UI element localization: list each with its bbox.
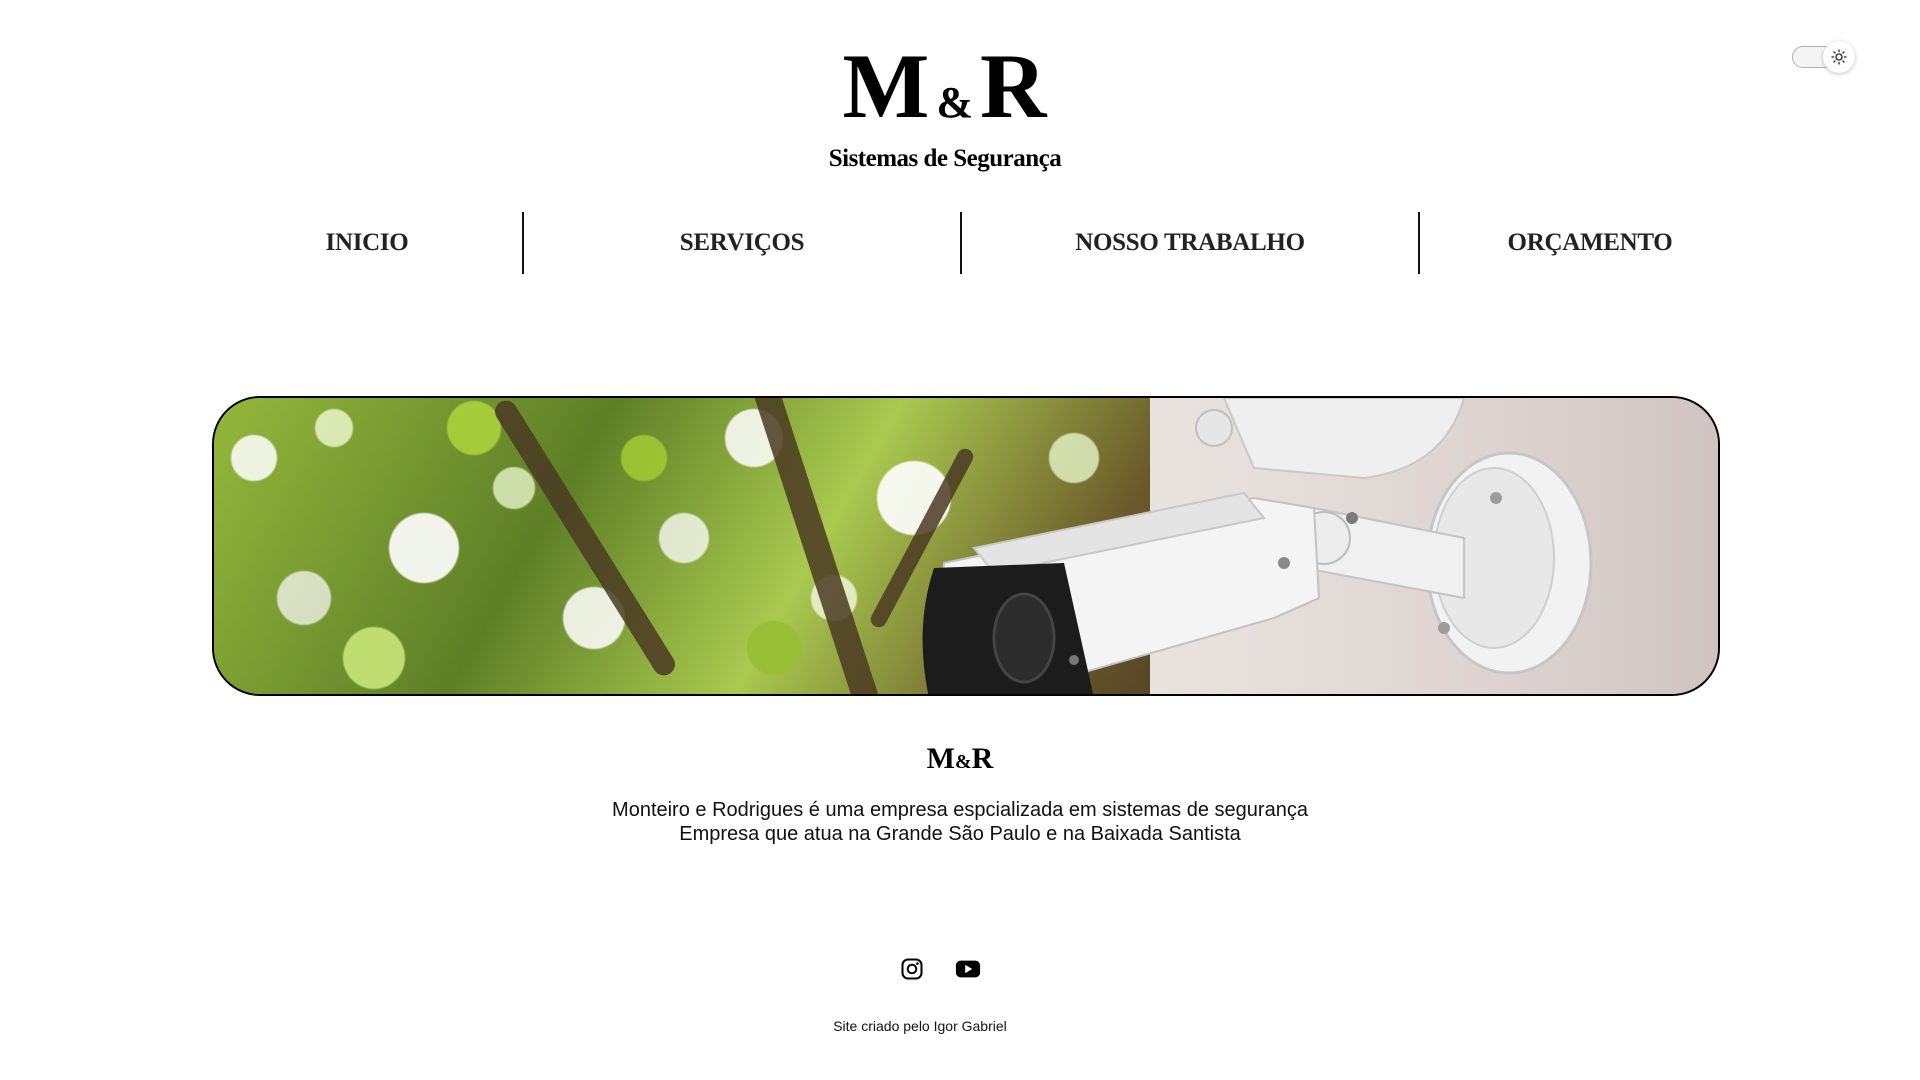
sun-icon bbox=[1831, 49, 1847, 65]
logo-subtitle: Sistemas de Segurança bbox=[828, 145, 1062, 172]
nav-item-nosso-trabalho[interactable]: NOSSO TRABALHO bbox=[962, 212, 1418, 274]
about-description: Monteiro e Rodrigues é uma empresa espci… bbox=[0, 798, 1920, 846]
toggle-knob[interactable] bbox=[1823, 41, 1855, 73]
about-title-r: R bbox=[971, 742, 994, 775]
nav-item-servicos[interactable]: SERVIÇOS bbox=[524, 212, 960, 274]
about-line-1: Monteiro e Rodrigues é uma empresa espci… bbox=[612, 799, 1308, 821]
logo-mark: M &R bbox=[0, 40, 1920, 149]
instagram-icon bbox=[901, 958, 923, 980]
logo-ampersand: & bbox=[936, 78, 975, 127]
footer-credit: Site criado pelo Igor Gabriel bbox=[833, 1018, 1007, 1034]
security-camera-icon bbox=[922, 398, 1593, 694]
about-title: M&R bbox=[0, 742, 1920, 776]
nav-item-inicio[interactable]: INICIO bbox=[212, 212, 522, 274]
theme-toggle[interactable] bbox=[1792, 41, 1855, 73]
instagram-link[interactable] bbox=[899, 956, 925, 982]
logo-letter-m: M bbox=[842, 35, 931, 137]
logo-letter-r: R bbox=[980, 35, 1048, 137]
about-title-amp: & bbox=[954, 751, 972, 773]
about-title-m: M bbox=[926, 742, 955, 775]
youtube-icon bbox=[955, 960, 981, 978]
social-links bbox=[0, 956, 1900, 982]
youtube-link[interactable] bbox=[955, 956, 981, 982]
hero-banner-image bbox=[212, 396, 1720, 696]
main-nav: INICIO SERVIÇOS NOSSO TRABALHO ORÇAMENTO bbox=[0, 212, 1920, 274]
nav-item-orcamento[interactable]: ORÇAMENTO bbox=[1420, 212, 1760, 274]
about-line-2: Empresa que atua na Grande São Paulo e n… bbox=[679, 823, 1241, 845]
site-logo[interactable]: M &R Sistemas de Segurança bbox=[0, 40, 1920, 173]
